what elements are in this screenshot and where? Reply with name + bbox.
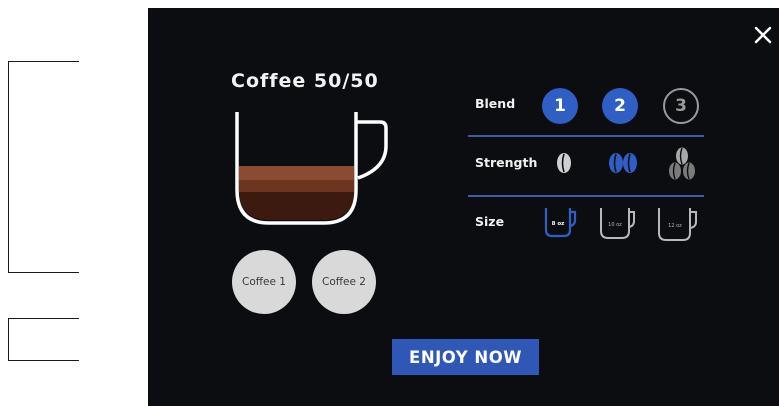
- mug-illustration: [235, 112, 388, 225]
- coffee-2-button[interactable]: Coffee 2: [312, 250, 376, 314]
- left-bracket-bottom: [8, 318, 79, 361]
- single-bean-icon[interactable]: [554, 150, 574, 176]
- triple-bean-icon[interactable]: [666, 146, 698, 182]
- coffee-1-button[interactable]: Coffee 1: [232, 250, 296, 314]
- double-bean-icon[interactable]: [604, 150, 642, 176]
- size-label: Size: [475, 214, 505, 229]
- size-8oz-cup-icon[interactable]: 8 oz: [543, 206, 577, 238]
- size-10oz-cup-icon[interactable]: 10 oz: [598, 206, 636, 240]
- close-icon[interactable]: [752, 24, 774, 46]
- drink-title: Coffee 50/50: [231, 70, 379, 92]
- size-12oz-cup-icon[interactable]: 12 oz: [656, 206, 698, 242]
- blend-option-2[interactable]: 2: [602, 88, 638, 124]
- strength-label: Strength: [475, 155, 538, 170]
- blend-label: Blend: [475, 96, 516, 111]
- blend-option-3[interactable]: 3: [663, 88, 699, 124]
- enjoy-now-button[interactable]: ENJOY NOW: [392, 339, 539, 375]
- left-bracket-top: [8, 61, 79, 273]
- size-8oz-label: 8 oz: [552, 221, 565, 227]
- size-10oz-label: 10 oz: [608, 222, 622, 228]
- size-12oz-label: 12 oz: [668, 223, 682, 229]
- blend-option-1[interactable]: 1: [542, 88, 578, 124]
- separator: [468, 195, 704, 197]
- separator: [468, 135, 704, 137]
